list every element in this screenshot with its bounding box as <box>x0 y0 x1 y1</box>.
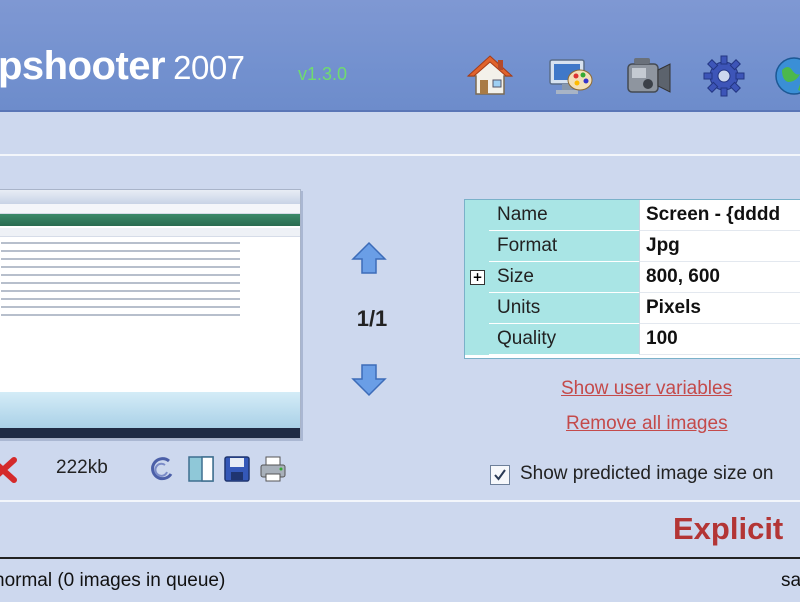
status-text: normal (0 images in queue) <box>0 570 226 591</box>
property-row-units[interactable]: Units Pixels <box>465 293 800 324</box>
display-properties-icon[interactable] <box>546 52 594 100</box>
app-title: pshooter 2007 <box>0 44 245 89</box>
preview-taskbar <box>0 428 300 438</box>
app-title-year: 2007 <box>173 49 245 86</box>
delete-image-icon[interactable] <box>0 454 18 484</box>
property-gutter <box>465 293 489 324</box>
globe-icon[interactable] <box>770 52 800 100</box>
screenshot-preview[interactable] <box>0 189 301 439</box>
home-icon[interactable] <box>466 52 514 100</box>
camcorder-icon[interactable] <box>624 52 672 100</box>
previous-image-button[interactable] <box>350 240 388 276</box>
preview-row <box>1 290 240 292</box>
save-icon[interactable] <box>222 454 252 484</box>
status-right-text: sa <box>781 570 800 591</box>
section-divider-top <box>0 154 800 156</box>
print-icon[interactable] <box>258 454 288 484</box>
preview-row <box>1 250 240 252</box>
property-value[interactable]: Pixels <box>639 293 800 324</box>
show-user-variables-link[interactable]: Show user variables <box>561 378 732 400</box>
property-name: Units <box>489 293 647 324</box>
expand-icon[interactable]: + <box>470 270 485 285</box>
app-header: pshooter 2007 v1.3.0 <box>0 0 800 112</box>
property-row-name[interactable]: Name Screen - {dddd <box>465 200 800 231</box>
preview-toolbar <box>0 214 300 226</box>
property-name: Size <box>489 262 647 293</box>
property-value[interactable]: Screen - {dddd <box>639 200 800 231</box>
rotate-icon[interactable] <box>147 454 177 484</box>
preview-row <box>1 314 240 316</box>
property-row-size[interactable]: + Size 800, 600 <box>465 262 800 293</box>
image-counter: 1/1 <box>356 306 388 331</box>
property-name: Name <box>489 200 647 231</box>
checkmark-icon <box>494 469 506 481</box>
preview-row <box>1 306 240 308</box>
property-value[interactable]: 100 <box>639 324 800 355</box>
preview-row <box>1 266 240 268</box>
property-gutter <box>465 324 489 355</box>
preview-menubar <box>0 204 300 214</box>
preview-row <box>1 258 240 260</box>
property-value[interactable]: 800, 600 <box>639 262 800 293</box>
property-row-format[interactable]: Format Jpg <box>465 231 800 262</box>
property-name: Quality <box>489 324 647 355</box>
preview-row <box>1 242 240 244</box>
preview-row <box>1 298 240 300</box>
gear-icon[interactable] <box>700 52 748 100</box>
property-gutter <box>465 200 489 231</box>
status-bar: normal (0 images in queue) sa <box>0 557 800 602</box>
image-properties-grid: Name Screen - {dddd Format Jpg + Size 80… <box>464 199 800 359</box>
property-row-quality[interactable]: Quality 100 <box>465 324 800 355</box>
property-value[interactable]: Jpg <box>639 231 800 262</box>
preview-column-header <box>0 228 300 237</box>
next-image-button[interactable] <box>350 362 388 398</box>
property-gutter <box>465 231 489 262</box>
capture-mode-label: Explicit <box>673 511 784 546</box>
property-name: Format <box>489 231 647 262</box>
preview-titlebar <box>0 190 300 204</box>
show-predicted-size-checkbox[interactable] <box>490 465 510 485</box>
property-gutter: + <box>465 262 489 293</box>
show-predicted-size-label: Show predicted image size on <box>520 463 774 484</box>
remove-all-images-link[interactable]: Remove all images <box>566 413 728 435</box>
image-file-size: 222kb <box>56 457 108 478</box>
preview-row <box>1 282 240 284</box>
app-version: v1.3.0 <box>298 64 348 84</box>
app-title-main: pshooter <box>0 44 166 88</box>
section-divider-bottom <box>0 500 800 502</box>
crop-image-icon[interactable] <box>186 454 216 484</box>
preview-row <box>1 274 240 276</box>
